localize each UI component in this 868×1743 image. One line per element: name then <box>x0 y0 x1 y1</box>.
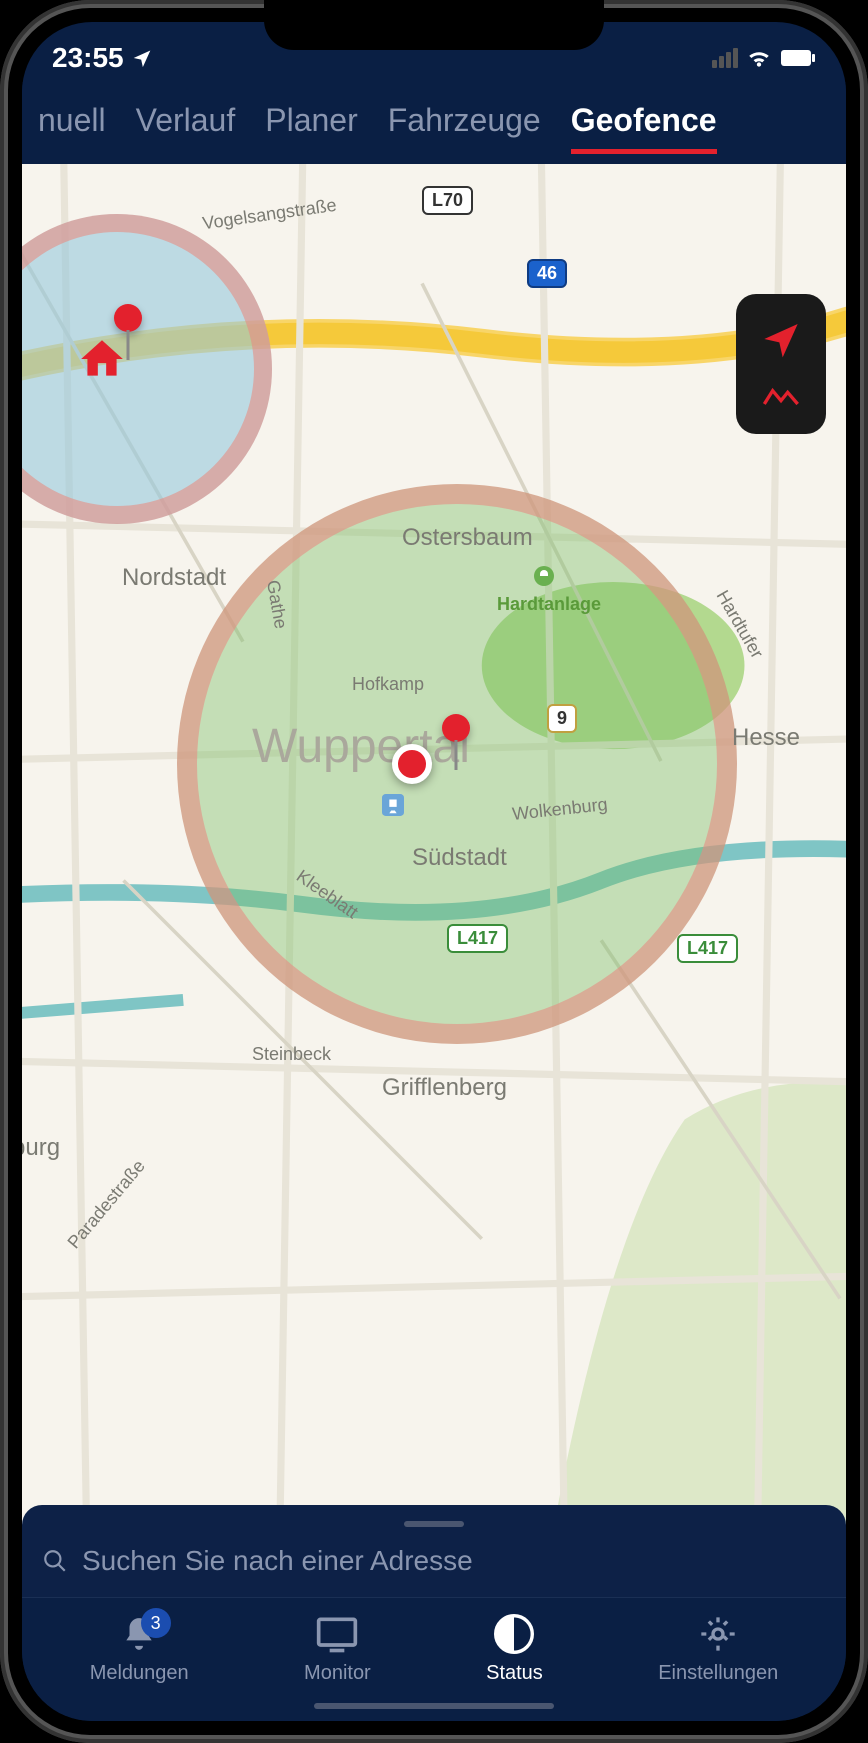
nav-einstellungen[interactable]: Einstellungen <box>658 1612 778 1685</box>
map-roads <box>22 164 846 1597</box>
phone-notch <box>264 0 604 50</box>
tab-aktuell[interactable]: nuell <box>38 102 106 154</box>
tab-fahrzeuge[interactable]: Fahrzeuge <box>388 102 541 154</box>
location-arrow-icon <box>132 48 152 68</box>
map-view[interactable]: Wuppertal Nordstadt Ostersbaum Südstadt … <box>22 164 846 1597</box>
shield-l417-1: L417 <box>447 924 508 953</box>
nav-status-label: Status <box>486 1662 543 1685</box>
cellular-icon <box>712 48 738 68</box>
shield-b9: 9 <box>547 704 577 733</box>
shield-l417-2: L417 <box>677 934 738 963</box>
nav-meldungen-label: Meldungen <box>90 1662 189 1685</box>
train-station-icon <box>382 794 404 816</box>
gear-icon <box>698 1614 738 1654</box>
home-icon <box>77 334 127 384</box>
wifi-icon <box>746 47 772 69</box>
home-indicator[interactable] <box>314 1703 554 1709</box>
nav-einstellungen-label: Einstellungen <box>658 1662 778 1685</box>
clock-icon <box>494 1614 534 1654</box>
phone-frame: 23:55 nuell Verlauf Planer Fahrzeuge Geo… <box>0 0 868 1743</box>
status-left: 23:55 <box>52 42 152 74</box>
tree-icon <box>532 564 556 588</box>
nav-monitor-label: Monitor <box>304 1662 371 1685</box>
locate-me-button[interactable] <box>761 319 801 359</box>
battery-icon <box>780 49 816 67</box>
nav-monitor[interactable]: Monitor <box>304 1612 371 1685</box>
tab-planer[interactable]: Planer <box>265 102 358 154</box>
tab-geofence[interactable]: Geofence <box>571 102 717 154</box>
search-placeholder: Suchen Sie nach einer Adresse <box>82 1545 473 1577</box>
status-right <box>712 47 816 69</box>
shield-l70: L70 <box>422 186 473 215</box>
tab-verlauf[interactable]: Verlauf <box>136 102 236 154</box>
search-panel[interactable]: Suchen Sie nach einer Adresse <box>22 1505 846 1597</box>
search-row[interactable]: Suchen Sie nach einer Adresse <box>42 1545 826 1577</box>
top-tab-bar: nuell Verlauf Planer Fahrzeuge Geofence <box>22 82 846 164</box>
geofence-pin-home[interactable] <box>114 304 142 332</box>
compass-panel <box>736 294 826 434</box>
phone-screen: 23:55 nuell Verlauf Planer Fahrzeuge Geo… <box>22 22 846 1721</box>
monitor-icon <box>315 1615 359 1653</box>
status-time: 23:55 <box>52 42 124 74</box>
nav-status[interactable]: Status <box>486 1612 543 1685</box>
nav-meldungen[interactable]: 3 Meldungen <box>90 1612 189 1685</box>
search-icon <box>42 1548 68 1574</box>
current-location-dot[interactable] <box>392 744 432 784</box>
terrain-button[interactable] <box>761 379 801 409</box>
drag-handle[interactable] <box>404 1521 464 1527</box>
geofence-pin-center[interactable] <box>442 714 470 742</box>
shield-a46: 46 <box>527 259 567 288</box>
meldungen-badge: 3 <box>141 1608 171 1638</box>
